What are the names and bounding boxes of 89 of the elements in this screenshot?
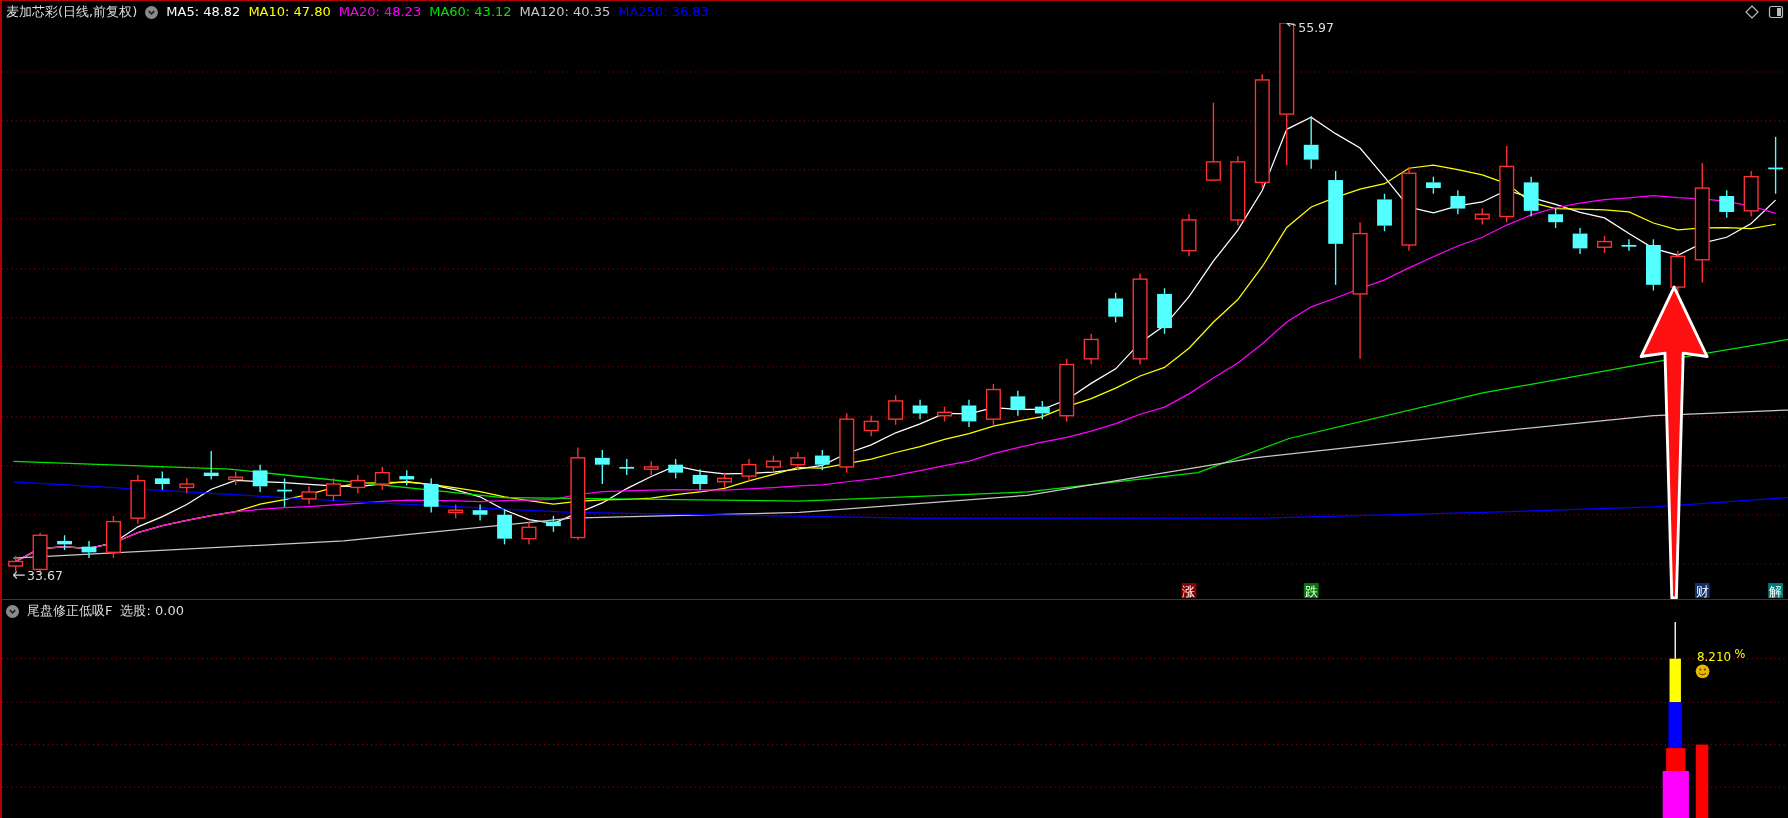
event-marker[interactable]: 涨 — [1181, 583, 1197, 599]
event-marker[interactable]: 解 — [1768, 583, 1783, 599]
candlestick — [1572, 227, 1588, 255]
candlestick — [912, 399, 928, 420]
candlestick — [643, 460, 659, 476]
indicator-value: 8.210 — [1696, 649, 1732, 664]
candlestick — [277, 477, 292, 508]
candlestick — [1768, 136, 1783, 195]
event-marker[interactable]: 财 — [1694, 583, 1710, 599]
candlestick — [1646, 238, 1661, 292]
candlestick — [1621, 238, 1637, 252]
candlestick — [252, 464, 268, 493]
panel-toggle-icon[interactable] — [1768, 4, 1784, 20]
candlestick — [448, 503, 464, 519]
candlestick — [790, 451, 806, 472]
candlestick — [1523, 176, 1539, 218]
candlestick — [985, 383, 1001, 426]
price-label: 33.67 — [27, 567, 63, 583]
ma-legend-label: MA5: 48.82 — [166, 3, 241, 22]
candlestick — [374, 466, 390, 491]
candlestick — [32, 532, 48, 573]
candlestick — [814, 449, 830, 472]
candlestick — [619, 458, 635, 476]
candlestick — [1181, 213, 1197, 258]
candlestick — [521, 520, 537, 546]
candlestick — [497, 508, 512, 546]
candlestick — [8, 555, 24, 573]
candlestick — [1377, 193, 1392, 232]
candlestick — [154, 470, 170, 491]
candlestick — [1157, 287, 1172, 335]
candlestick — [81, 540, 97, 559]
candlestick — [1450, 189, 1466, 215]
candlestick — [1426, 176, 1441, 195]
candlestick — [179, 477, 195, 494]
ma-legend-label: MA250: 36.83 — [618, 3, 709, 22]
candlestick — [350, 474, 366, 494]
candlestick — [228, 470, 244, 486]
candlestick — [423, 477, 439, 514]
ma-legend-label: MA20: 48.23 — [338, 3, 422, 22]
ma-legend-label: MA60: 43.12 — [429, 3, 512, 22]
candlestick — [399, 469, 415, 486]
candlestick — [301, 485, 317, 506]
candlestick — [325, 477, 341, 502]
ma-legend-label: MA10: 47.80 — [248, 3, 331, 22]
candlestick — [1303, 115, 1319, 170]
candlestick — [1034, 400, 1050, 420]
indicator-title: 尾盘修正低吸F — [27, 602, 113, 621]
candlestick — [717, 471, 733, 489]
candlestick — [1743, 170, 1759, 218]
candlestick — [692, 468, 708, 491]
pointer-icon — [1286, 23, 1297, 27]
candlestick — [863, 415, 879, 437]
dropdown-icon[interactable] — [6, 604, 19, 618]
candlestick — [839, 412, 855, 474]
candlestick — [1670, 250, 1686, 294]
candlestick — [1083, 333, 1099, 366]
candlestick — [594, 449, 610, 485]
ma-legend-label: MA120: 40.35 — [519, 3, 611, 22]
unit-label: % — [1734, 646, 1746, 661]
candlestick — [203, 450, 219, 481]
indicator-reading: 选股: 0.00 — [120, 602, 184, 621]
candlestick — [888, 394, 904, 426]
candlestick — [961, 399, 977, 428]
candlestick — [105, 515, 121, 559]
candlestick — [1059, 358, 1075, 423]
candlestick — [1548, 207, 1563, 229]
candlestick — [472, 503, 488, 522]
signal-line — [1674, 622, 1676, 660]
chart-title: 麦加芯彩(日线,前复权) — [6, 3, 138, 22]
candlestick — [1474, 207, 1490, 226]
candlestick — [1230, 155, 1246, 227]
candlestick — [765, 454, 781, 474]
candlestick — [546, 515, 561, 533]
price-label: 55.97 — [1298, 23, 1335, 36]
candlestick — [1597, 235, 1613, 254]
indicator-bar — [1669, 658, 1681, 703]
candlestick — [130, 474, 146, 525]
dropdown-icon[interactable] — [145, 5, 159, 19]
pointer-icon — [12, 571, 26, 580]
candlestick — [741, 458, 757, 483]
diamond-icon[interactable] — [1744, 4, 1760, 20]
smiley-icon — [1695, 664, 1710, 679]
candlestick — [1108, 292, 1124, 324]
candlestick — [57, 534, 72, 551]
candlestick — [668, 458, 684, 480]
candlestick — [937, 405, 953, 423]
event-marker[interactable]: 跌 — [1303, 583, 1319, 599]
candlestick — [1010, 390, 1026, 417]
candlestick — [1719, 189, 1735, 219]
